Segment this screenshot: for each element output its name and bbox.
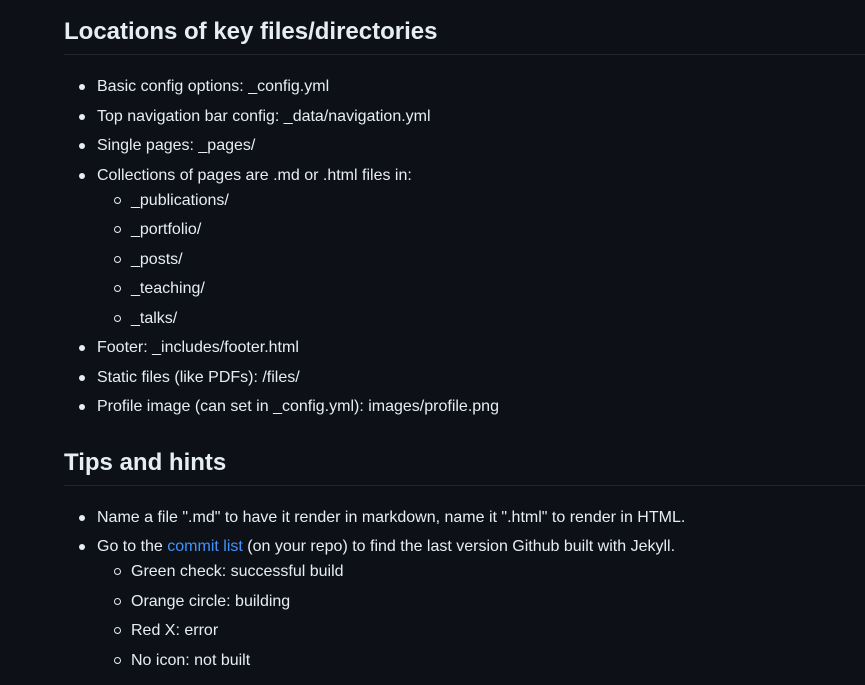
list-item-collections: Collections of pages are .md or .html fi… (79, 166, 865, 329)
list-item: Red X: error (114, 621, 865, 641)
build-status-list: Green check: successful build Orange cir… (97, 562, 865, 671)
list-item: Basic config options: _config.yml (79, 77, 865, 97)
list-item: Profile image (can set in _config.yml): … (79, 397, 865, 417)
list-item: Single pages: _pages/ (79, 136, 865, 156)
list-item: Orange circle: building (114, 592, 865, 612)
list-item: No icon: not built (114, 651, 865, 671)
list-item: _posts/ (114, 250, 865, 270)
list-item: _talks/ (114, 309, 865, 329)
tips-list: Name a file ".md" to have it render in m… (64, 508, 865, 671)
list-item: Name a file ".md" to have it render in m… (79, 508, 865, 528)
collections-list: _publications/ _portfolio/ _posts/ _teac… (97, 191, 865, 329)
list-item: _teaching/ (114, 279, 865, 299)
list-item: Static files (like PDFs): /files/ (79, 368, 865, 388)
tip-text-after: (on your repo) to find the last version … (242, 538, 676, 555)
list-item-commit-tip: Go to the commit list (on your repo) to … (79, 537, 865, 671)
list-item: _publications/ (114, 191, 865, 211)
collections-label: Collections of pages are .md or .html fi… (97, 166, 412, 184)
heading-tips-hints: Tips and hints (64, 448, 865, 486)
commit-list-link[interactable]: commit list (167, 538, 243, 555)
list-item: Top navigation bar config: _data/navigat… (79, 107, 865, 127)
list-item: _portfolio/ (114, 220, 865, 240)
list-item: Green check: successful build (114, 562, 865, 582)
markdown-body: Locations of key files/directories Basic… (64, 0, 865, 680)
tip-text-before: Go to the (97, 538, 168, 555)
heading-key-locations: Locations of key files/directories (64, 0, 865, 55)
list-item: Footer: _includes/footer.html (79, 338, 865, 358)
key-locations-list: Basic config options: _config.yml Top na… (64, 77, 865, 417)
